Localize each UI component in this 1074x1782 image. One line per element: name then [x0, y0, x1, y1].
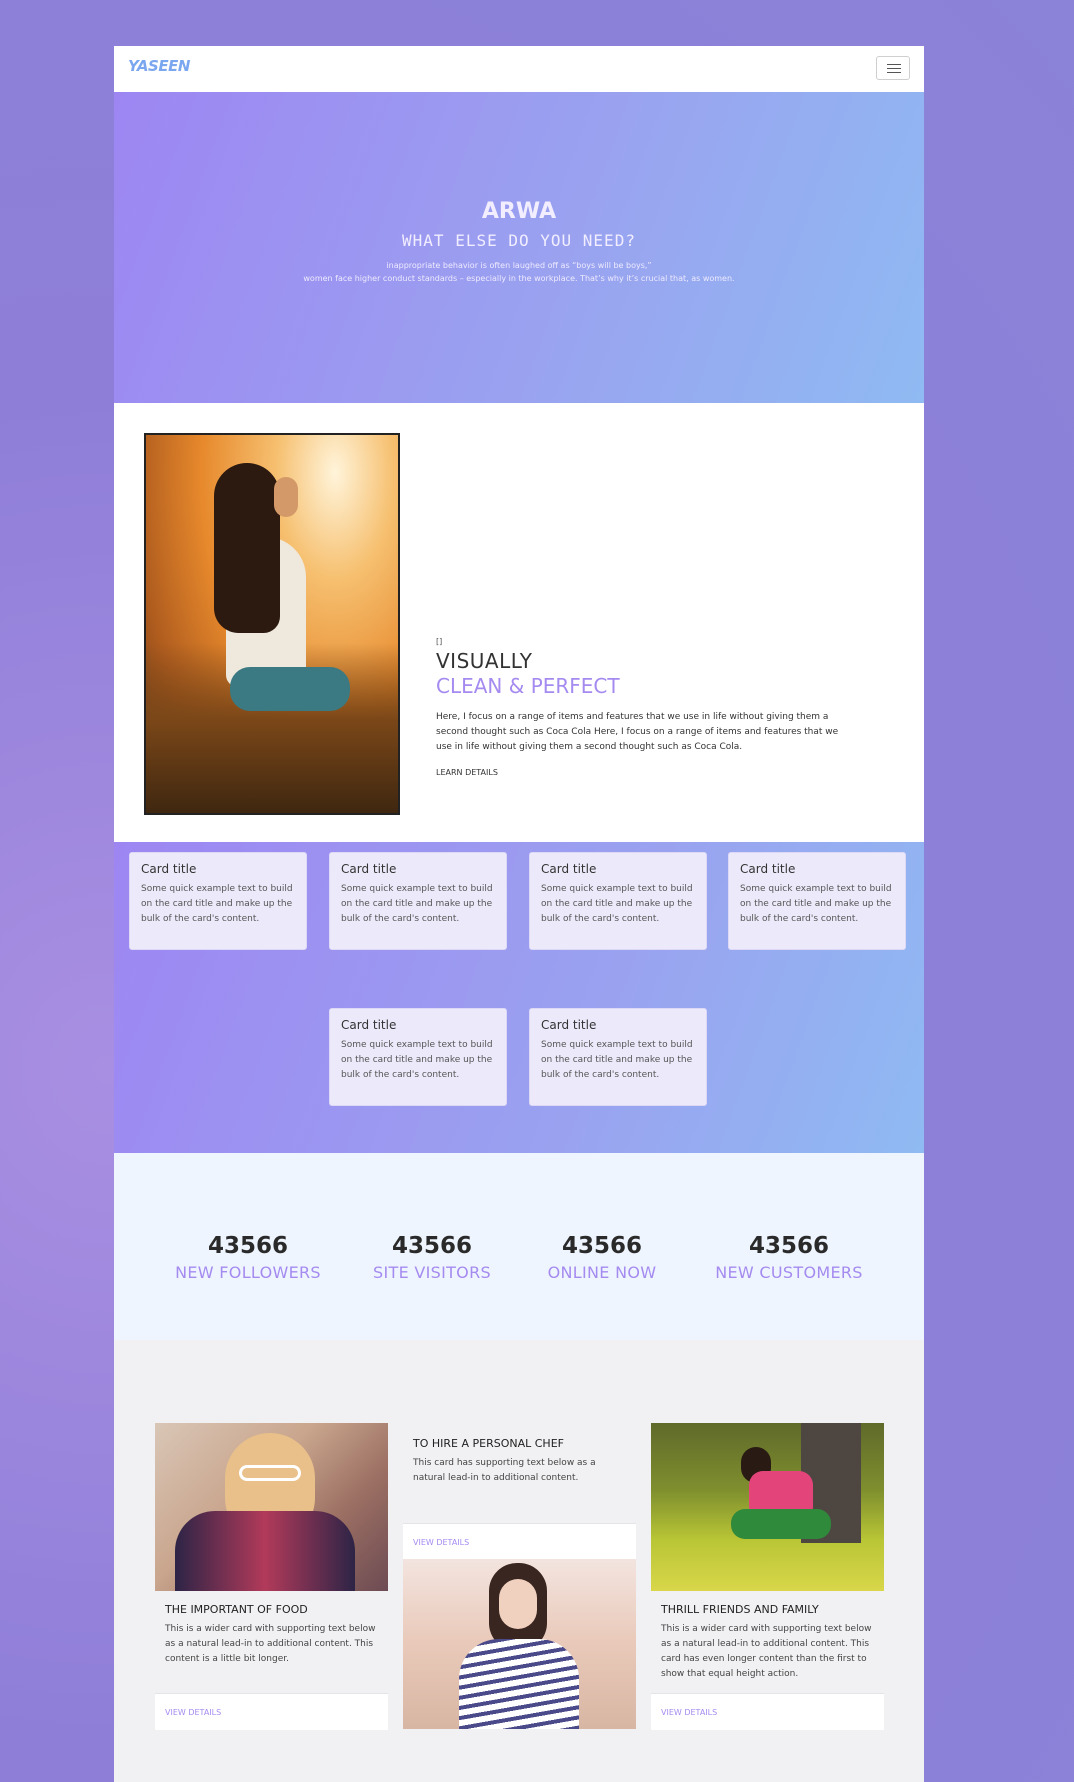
stat-label: NEW CUSTOMERS: [715, 1263, 863, 1282]
card-text: Some quick example text to build on the …: [740, 884, 892, 924]
card-title: Card title: [341, 862, 397, 876]
woman-sunglasses-photo: [155, 1423, 388, 1591]
photo-sunglasses: [239, 1465, 301, 1481]
blog-card: TO HIRE A PERSONAL CHEF This card has su…: [403, 1423, 636, 1729]
stats-section: 43566 NEW FOLLOWERS 43566 SITE VISITORS …: [114, 1153, 924, 1340]
girl-striped-shirt-photo: [403, 1559, 636, 1729]
info-card: Card title Some quick example text to bu…: [129, 852, 307, 950]
blog-card-text: This card has supporting text below as a…: [413, 1458, 596, 1483]
menu-toggle-button[interactable]: [876, 56, 910, 80]
blog-card-footer: VIEW DETAILS: [155, 1693, 388, 1730]
girl-on-grass-photo: [651, 1423, 884, 1591]
card-title: Card title: [541, 1018, 597, 1032]
blog-card-title: THE IMPORTANT OF FOOD: [165, 1603, 308, 1616]
hamburger-icon-line: [887, 64, 901, 65]
stat-label: ONLINE NOW: [547, 1263, 657, 1282]
about-section: [] VISUALLY CLEAN & PERFECT Here, I focu…: [114, 403, 924, 842]
page-frame: YASEEN ARWA WHAT ELSE DO YOU NEED? inapp…: [114, 46, 924, 1782]
card-text: Some quick example text to build on the …: [541, 1040, 693, 1080]
blog-card: THRILL FRIENDS AND FAMILY This is a wide…: [651, 1423, 884, 1730]
hero-section: ARWA WHAT ELSE DO YOU NEED? inappropriat…: [114, 92, 924, 403]
photo-jacket: [175, 1511, 355, 1591]
info-card: Card title Some quick example text to bu…: [329, 852, 507, 950]
learn-details-link[interactable]: LEARN DETAILS: [436, 768, 498, 777]
card-title: Card title: [141, 862, 197, 876]
woman-sunset-photo: [144, 433, 400, 815]
view-details-link[interactable]: VIEW DETAILS: [661, 1708, 717, 1717]
info-card: Card title Some quick example text to bu…: [529, 1008, 707, 1106]
card-title: Card title: [541, 862, 597, 876]
stat-number: 43566: [391, 1233, 473, 1259]
hero-title: ARWA: [481, 199, 557, 224]
stat-label: NEW FOLLOWERS: [175, 1263, 321, 1282]
stat-label: SITE VISITORS: [373, 1263, 491, 1282]
photo-legs: [230, 667, 350, 711]
stat-item: 43566 NEW FOLLOWERS: [158, 1233, 338, 1282]
info-card: Card title Some quick example text to bu…: [329, 1008, 507, 1106]
blog-card: THE IMPORTANT OF FOOD This is a wider ca…: [155, 1423, 388, 1730]
photo-face: [499, 1579, 537, 1629]
card-text: Some quick example text to build on the …: [341, 884, 493, 924]
stat-item: 43566 NEW CUSTOMERS: [699, 1233, 879, 1282]
about-text: Here, I focus on a range of items and fe…: [436, 712, 839, 752]
hero-description: inappropriate behavior is often laughed …: [114, 259, 924, 285]
info-card: Card title Some quick example text to bu…: [728, 852, 906, 950]
photo-pants: [731, 1509, 831, 1539]
hamburger-icon-line: [887, 68, 901, 69]
cards-section: Card title Some quick example text to bu…: [114, 842, 924, 1153]
blog-card-title: THRILL FRIENDS AND FAMILY: [661, 1603, 819, 1616]
hero-description-line: inappropriate behavior is often laughed …: [386, 261, 652, 270]
card-text: Some quick example text to build on the …: [341, 1040, 493, 1080]
view-details-link[interactable]: VIEW DETAILS: [165, 1708, 221, 1717]
info-card: Card title Some quick example text to bu…: [529, 852, 707, 950]
card-text: Some quick example text to build on the …: [141, 884, 293, 924]
blog-card-text: This is a wider card with supporting tex…: [661, 1624, 872, 1679]
brand-logo[interactable]: YASEEN: [128, 57, 190, 75]
hamburger-icon-line: [887, 72, 901, 73]
photo-hair: [214, 463, 280, 633]
stat-number: 43566: [207, 1233, 289, 1259]
blog-card-footer: VIEW DETAILS: [403, 1523, 636, 1560]
hero-description-line: women face higher conduct standards – es…: [303, 274, 735, 283]
photo-shirt: [459, 1639, 579, 1729]
card-title: Card title: [341, 1018, 397, 1032]
about-heading: VISUALLY: [436, 649, 533, 673]
blog-card-title: TO HIRE A PERSONAL CHEF: [413, 1437, 564, 1450]
blog-card-footer: VIEW DETAILS: [651, 1693, 884, 1730]
blog-card-text: This is a wider card with supporting tex…: [165, 1624, 376, 1664]
stat-item: 43566 ONLINE NOW: [512, 1233, 692, 1282]
blog-section: THE IMPORTANT OF FOOD This is a wider ca…: [114, 1340, 924, 1782]
stat-number: 43566: [561, 1233, 643, 1259]
about-eyebrow: []: [436, 637, 443, 646]
navbar: YASEEN: [114, 46, 924, 92]
hero-subtitle: WHAT ELSE DO YOU NEED?: [402, 231, 636, 250]
card-title: Card title: [740, 862, 796, 876]
stat-number: 43566: [748, 1233, 830, 1259]
card-text: Some quick example text to build on the …: [541, 884, 693, 924]
view-details-link[interactable]: VIEW DETAILS: [413, 1538, 469, 1547]
about-subheading: CLEAN & PERFECT: [436, 674, 620, 698]
stat-item: 43566 SITE VISITORS: [342, 1233, 522, 1282]
photo-face: [274, 477, 298, 517]
